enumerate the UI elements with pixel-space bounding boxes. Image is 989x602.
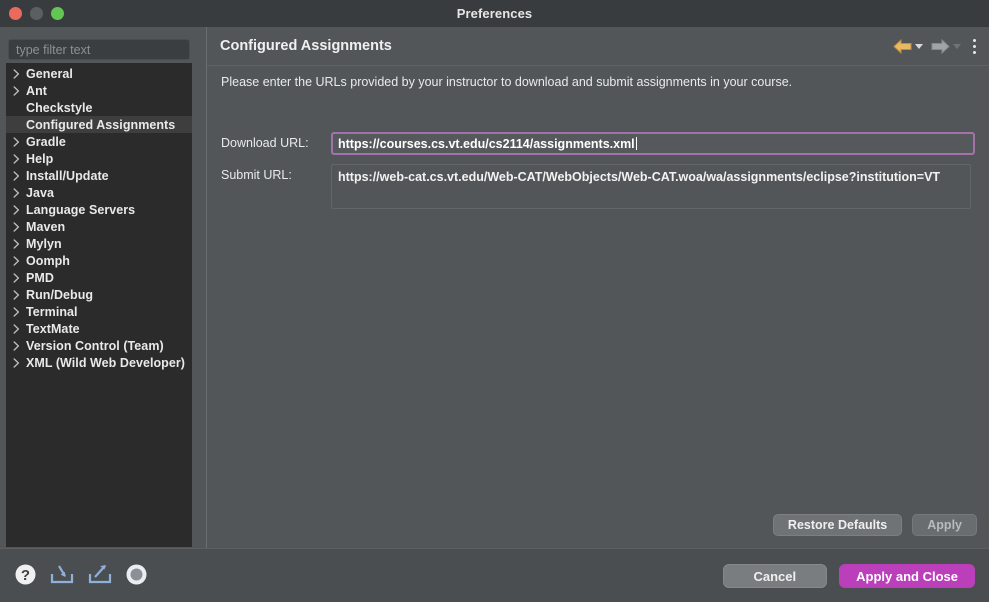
preferences-tree[interactable]: General Ant Checkstyle Configured Assignmen…: [6, 63, 192, 547]
filter-input[interactable]: type filter text: [8, 39, 190, 60]
footer-button-group: Cancel Apply and Close: [723, 564, 976, 588]
chevron-right-icon[interactable]: [13, 69, 26, 79]
sidebar-item-general[interactable]: General: [6, 65, 192, 82]
sidebar-item-label: Gradle: [26, 135, 66, 149]
apply-and-close-button[interactable]: Apply and Close: [839, 564, 975, 588]
sidebar-item-label: General: [26, 67, 73, 81]
export-icon[interactable]: [87, 563, 113, 586]
sidebar-item-mylyn[interactable]: Mylyn: [6, 235, 192, 252]
sidebar-item-label: Terminal: [26, 305, 78, 319]
cancel-button[interactable]: Cancel: [723, 564, 828, 588]
sidebar-item-label: Install/Update: [26, 169, 109, 183]
sidebar-item-label: Version Control (Team): [26, 339, 164, 353]
sidebar-item-label: Configured Assignments: [26, 118, 175, 132]
download-url-label: Download URL:: [221, 132, 331, 150]
filter-placeholder-text: type filter text: [16, 43, 90, 57]
restore-defaults-button[interactable]: Restore Defaults: [773, 514, 902, 536]
sidebar-item-label: PMD: [26, 271, 54, 285]
chevron-right-icon[interactable]: [13, 307, 26, 317]
chevron-right-icon[interactable]: [13, 222, 26, 232]
preferences-sidebar: type filter text General Ant Checkstyle Con…: [0, 27, 206, 548]
sidebar-item-label: Checkstyle: [26, 101, 93, 115]
chevron-right-icon[interactable]: [13, 290, 26, 300]
sidebar-item-pmd[interactable]: PMD: [6, 269, 192, 286]
chevron-right-icon[interactable]: [13, 171, 26, 181]
text-cursor: [636, 137, 637, 150]
header-separator: [207, 65, 989, 66]
chevron-right-icon[interactable]: [13, 358, 26, 368]
submit-url-value: https://web-cat.cs.vt.edu/Web-CAT/WebObj…: [338, 170, 940, 184]
sidebar-item-label: TextMate: [26, 322, 80, 336]
sidebar-item-label: Oomph: [26, 254, 70, 268]
page-description: Please enter the URLs provided by your i…: [221, 75, 792, 89]
help-icon[interactable]: ?: [14, 563, 37, 586]
kebab-dot-icon: [973, 45, 976, 48]
submit-url-row: Submit URL: https://web-cat.cs.vt.edu/We…: [221, 164, 971, 209]
title-bar: Preferences: [0, 0, 989, 27]
apply-button[interactable]: Apply: [912, 514, 977, 536]
page-header: Configured Assignments: [207, 27, 989, 65]
sidebar-item-version-control-team[interactable]: Version Control (Team): [6, 337, 192, 354]
chevron-right-icon[interactable]: [13, 188, 26, 198]
chevron-right-icon[interactable]: [13, 137, 26, 147]
chevron-right-icon[interactable]: [13, 86, 26, 96]
sidebar-item-label: Maven: [26, 220, 65, 234]
kebab-dot-icon: [973, 39, 976, 42]
submit-url-label: Submit URL:: [221, 164, 331, 182]
download-url-row: Download URL: https://courses.cs.vt.edu/…: [221, 132, 975, 155]
sidebar-item-language-servers[interactable]: Language Servers: [6, 201, 192, 218]
chevron-right-icon[interactable]: [13, 273, 26, 283]
download-url-value: https://courses.cs.vt.edu/cs2114/assignm…: [338, 137, 635, 151]
sidebar-item-textmate[interactable]: TextMate: [6, 320, 192, 337]
sidebar-item-label: Language Servers: [26, 203, 135, 217]
sidebar-item-label: Run/Debug: [26, 288, 93, 302]
sidebar-item-install-update[interactable]: Install/Update: [6, 167, 192, 184]
chevron-right-icon[interactable]: [13, 239, 26, 249]
kebab-dot-icon: [973, 51, 976, 54]
sidebar-item-help[interactable]: Help: [6, 150, 192, 167]
page-menu-button[interactable]: [967, 39, 983, 54]
page-title: Configured Assignments: [220, 38, 392, 54]
sidebar-item-checkstyle[interactable]: Checkstyle: [6, 99, 192, 116]
back-arrow-icon: [893, 39, 912, 54]
chevron-right-icon[interactable]: [13, 205, 26, 215]
chevron-right-icon[interactable]: [13, 341, 26, 351]
sidebar-item-label: Java: [26, 186, 54, 200]
back-dropdown-caret-icon[interactable]: [915, 44, 923, 49]
sidebar-item-xml-wild-web-developer[interactable]: XML (Wild Web Developer): [6, 354, 192, 371]
sidebar-item-oomph[interactable]: Oomph: [6, 252, 192, 269]
preferences-content: Configured Assignments: [207, 27, 989, 548]
back-button[interactable]: [891, 36, 929, 56]
sidebar-item-label: Mylyn: [26, 237, 62, 251]
page-header-toolbar: [891, 36, 983, 56]
submit-url-input[interactable]: https://web-cat.cs.vt.edu/Web-CAT/WebObj…: [331, 164, 971, 209]
forward-button[interactable]: [929, 36, 967, 56]
sidebar-item-run-debug[interactable]: Run/Debug: [6, 286, 192, 303]
import-icon[interactable]: [49, 563, 75, 586]
forward-arrow-icon: [931, 39, 950, 54]
toggle-icon[interactable]: [125, 563, 148, 586]
sidebar-item-maven[interactable]: Maven: [6, 218, 192, 235]
svg-text:?: ?: [21, 567, 30, 584]
window-title: Preferences: [0, 0, 989, 27]
footer-icon-group: ?: [14, 563, 148, 586]
sidebar-item-label: Ant: [26, 84, 47, 98]
forward-dropdown-caret-icon[interactable]: [953, 44, 961, 49]
sidebar-item-gradle[interactable]: Gradle: [6, 133, 192, 150]
dialog-footer: ? Cancel Apply and Close: [0, 548, 989, 602]
page-action-buttons: Restore Defaults Apply: [773, 514, 977, 536]
sidebar-item-java[interactable]: Java: [6, 184, 192, 201]
sidebar-item-configured-assignments[interactable]: Configured Assignments: [6, 116, 192, 133]
download-url-input[interactable]: https://courses.cs.vt.edu/cs2114/assignm…: [331, 132, 975, 155]
chevron-right-icon[interactable]: [13, 256, 26, 266]
chevron-right-icon[interactable]: [13, 324, 26, 334]
sidebar-item-label: XML (Wild Web Developer): [26, 356, 185, 370]
sidebar-item-label: Help: [26, 152, 53, 166]
preferences-dialog: Preferences type filter text General Ant C…: [0, 0, 989, 602]
sidebar-item-ant[interactable]: Ant: [6, 82, 192, 99]
sidebar-item-terminal[interactable]: Terminal: [6, 303, 192, 320]
chevron-right-icon[interactable]: [13, 154, 26, 164]
